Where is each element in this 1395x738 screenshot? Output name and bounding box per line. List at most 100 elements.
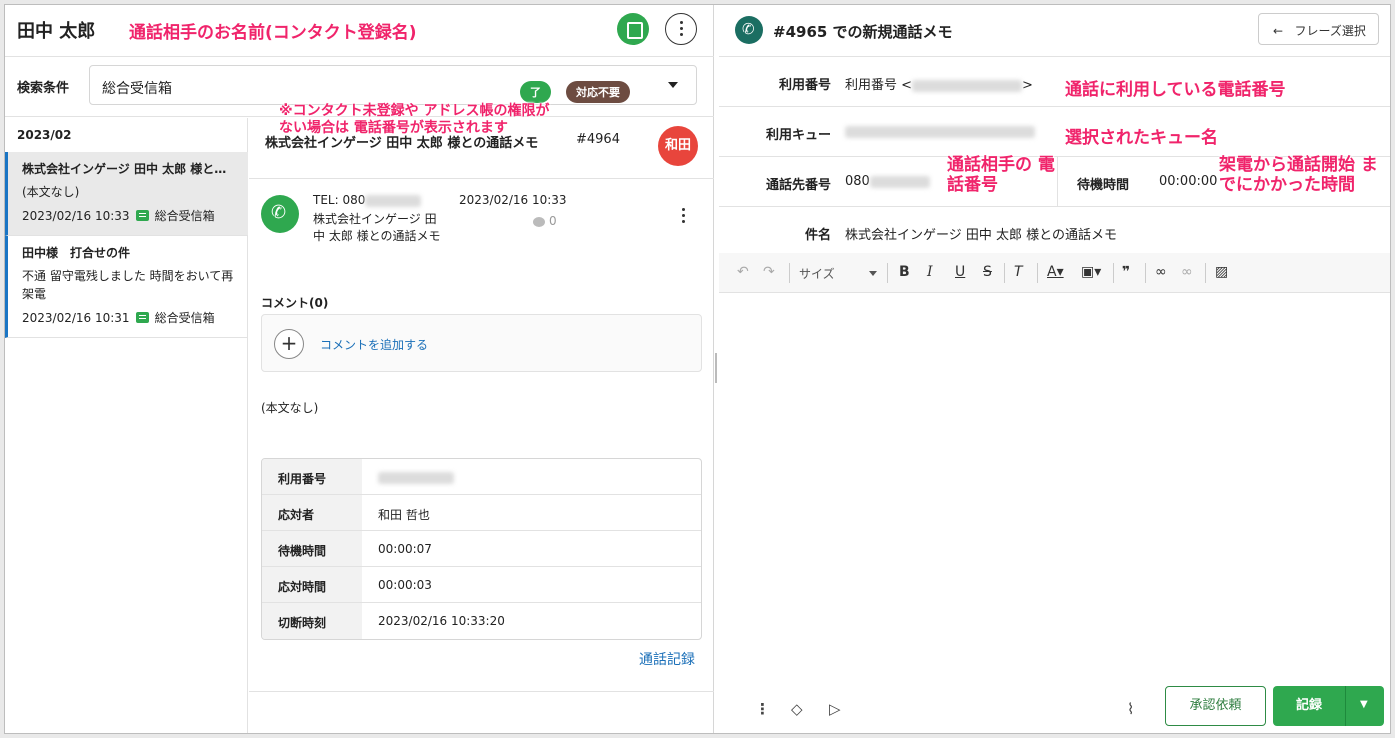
comment-bubble-icon [533, 216, 545, 227]
phone-callback-icon [261, 195, 299, 233]
comment-label: コメント(0) [261, 296, 329, 310]
undo-icon[interactable]: ↶ [737, 264, 749, 280]
clear-format-icon[interactable]: T [1014, 264, 1023, 280]
annotation-queue: 選択されたキュー名 [1065, 128, 1218, 148]
tag-icon[interactable]: ◇ [791, 700, 803, 718]
memo-editor-body[interactable] [719, 294, 1390, 682]
phrase-select-button[interactable]: ← フレーズ選択 [1258, 13, 1379, 45]
info-key: 切断時刻 [262, 603, 362, 639]
more-options-button[interactable] [665, 13, 697, 45]
divider [1113, 263, 1114, 283]
contact-name: 田中 太郎 [17, 21, 96, 42]
info-key: 応対時間 [262, 567, 362, 602]
list-item-queue: 総合受信箱 [154, 311, 215, 325]
redo-icon[interactable]: ↷ [763, 264, 775, 280]
chevron-down-icon[interactable]: ▼ [1360, 699, 1368, 710]
info-value: 2023/02/16 10:33:20 [378, 614, 505, 628]
quote-icon[interactable]: ❞ [1122, 264, 1130, 280]
divider [1205, 263, 1206, 283]
table-row: 利用番号 [262, 459, 701, 495]
destination-value: 080 [845, 174, 930, 189]
avatar[interactable]: 和田 [658, 126, 698, 166]
editor-footer: ⋮ ◇ ▷ ⌇ 承認依頼 記録 ▼ [719, 685, 1390, 733]
queue-row: 利用キュー [719, 107, 1390, 157]
call-menu-icon[interactable] [682, 208, 685, 211]
annotation-wait-time: 架電から通話開始 までにかかった時間 [1219, 155, 1378, 195]
info-key: 応対者 [262, 495, 362, 530]
list-month-header: 2023/02 [17, 128, 72, 142]
strikethrough-icon[interactable]: S [983, 264, 992, 280]
table-row: 応対者 和田 哲也 [262, 495, 701, 531]
wait-value: 00:00:00 [1159, 174, 1218, 189]
font-size-select[interactable]: サイズ [799, 265, 835, 282]
info-value: 00:00:07 [378, 542, 432, 556]
new-call-memo-panel: #4965 での新規通話メモ ← フレーズ選択 利用番号 利用番号 <> 利用キ… [719, 5, 1390, 733]
list-item-text: (本文なし) [22, 185, 80, 199]
add-comment-icon[interactable]: + [274, 329, 304, 359]
divider [1004, 263, 1005, 283]
table-row: 待機時間 00:00:07 [262, 531, 701, 567]
call-memo-detail: 株式会社インゲージ 田中 太郎 様との通話メモ #4964 和田 TEL: 08… [249, 118, 714, 733]
underline-icon[interactable]: U [955, 264, 965, 280]
list-item-title: 田中様 打合せの件 [22, 246, 131, 260]
search-label: 検索条件 [17, 81, 70, 96]
call-log-link[interactable]: 通話記録 [639, 649, 695, 669]
search-condition-row: 検索条件 総合受信箱 了 対応不要 ※コンタクト未登録や アドレス帳の権限がない… [5, 57, 714, 136]
divider [249, 691, 714, 692]
editor-toolbar: ↶ ↷ サイズ B I U S T A▾ ▣▾ ❞ ∞ ∞ ▨ [719, 253, 1390, 293]
detail-number: #4964 [576, 132, 620, 147]
more-vertical-icon[interactable]: ⋮ [755, 700, 770, 718]
annotation-unregistered: ※コンタクト未登録や アドレス帳の権限がない場合は 電話番号が表示されます [279, 103, 550, 136]
list-item-datetime: 2023/02/16 10:31 [22, 310, 130, 325]
label-icon[interactable]: ▷ [829, 700, 841, 718]
list-item-text: 不通 留守電残しました 時間をおいて再架電 [22, 269, 234, 301]
comment-box[interactable]: + コメントを追加する [261, 314, 702, 372]
attachment-icon[interactable]: ⌇ [1127, 700, 1134, 718]
bold-icon[interactable]: B [899, 264, 910, 280]
subject-label: 件名 [804, 228, 831, 243]
add-comment-link[interactable]: コメントを追加する [320, 336, 428, 353]
call-tel: TEL: 080 [313, 193, 422, 207]
new-memo-title: #4965 での新規通話メモ [773, 23, 953, 41]
list-item-title: 株式会社インゲージ 田中 太郎 様と… [22, 162, 227, 176]
unlink-icon[interactable]: ∞ [1181, 264, 1193, 280]
list-item[interactable]: 田中様 打合せの件 不通 留守電残しました 時間をおいて再架電 2023/02/… [5, 236, 248, 338]
status-tag-none: 対応不要 [566, 81, 630, 103]
redacted-number [365, 194, 422, 207]
call-memo-text: 株式会社インゲージ 田中 太郎 様との通話メモ [313, 212, 441, 243]
message-list: 2023/02 株式会社インゲージ 田中 太郎 様と… (本文なし) 2023/… [5, 118, 248, 733]
list-item[interactable]: 株式会社インゲージ 田中 太郎 様と… (本文なし) 2023/02/16 10… [5, 152, 248, 236]
info-key: 待機時間 [262, 531, 362, 566]
divider [789, 263, 790, 283]
panel-resize-handle[interactable] [715, 353, 717, 383]
highlight-color-icon[interactable]: ▣▾ [1081, 264, 1101, 280]
approval-request-button[interactable]: 承認依頼 [1165, 686, 1266, 726]
subject-input[interactable]: 株式会社インゲージ 田中 太郎 様との通話メモ [845, 224, 1117, 243]
call-info-table: 利用番号 応対者 和田 哲也 待機時間 00:00:07 応対時間 00:00:… [261, 458, 702, 640]
table-row: 応対時間 00:00:03 [262, 567, 701, 603]
search-value: 総合受信箱 [102, 81, 172, 97]
more-icon [680, 21, 683, 24]
chevron-down-icon[interactable] [668, 82, 678, 88]
link-icon[interactable]: ∞ [1155, 264, 1167, 280]
divider [1145, 263, 1146, 283]
destination-label: 通話先番号 [765, 178, 831, 193]
queue-icon [135, 210, 149, 221]
info-key: 利用番号 [262, 459, 362, 494]
search-condition-select[interactable]: 総合受信箱 了 対応不要 [89, 65, 697, 105]
comment-count: 0 [533, 214, 557, 228]
italic-icon[interactable]: I [927, 264, 933, 280]
call-datetime: 2023/02/16 10:33 [459, 193, 567, 207]
number-row: 利用番号 利用番号 < > [719, 57, 1390, 107]
text-color-icon[interactable]: A▾ [1047, 264, 1064, 280]
image-icon[interactable]: ▨ [1215, 264, 1228, 280]
record-button[interactable]: 記録 [1273, 686, 1345, 726]
record-button-group: 記録 ▼ [1273, 686, 1384, 726]
queue-icon [135, 312, 149, 323]
contact-header: 田中 太郎 通話相手のお名前(コンタクト登録名) [5, 5, 714, 57]
chevron-down-icon[interactable] [869, 271, 877, 276]
queue-value [845, 124, 1035, 139]
divider [1345, 686, 1346, 726]
app-window: 田中 太郎 通話相手のお名前(コンタクト登録名) 検索条件 総合受信箱 了 対応… [4, 4, 1391, 734]
contact-card-button[interactable] [617, 13, 649, 45]
